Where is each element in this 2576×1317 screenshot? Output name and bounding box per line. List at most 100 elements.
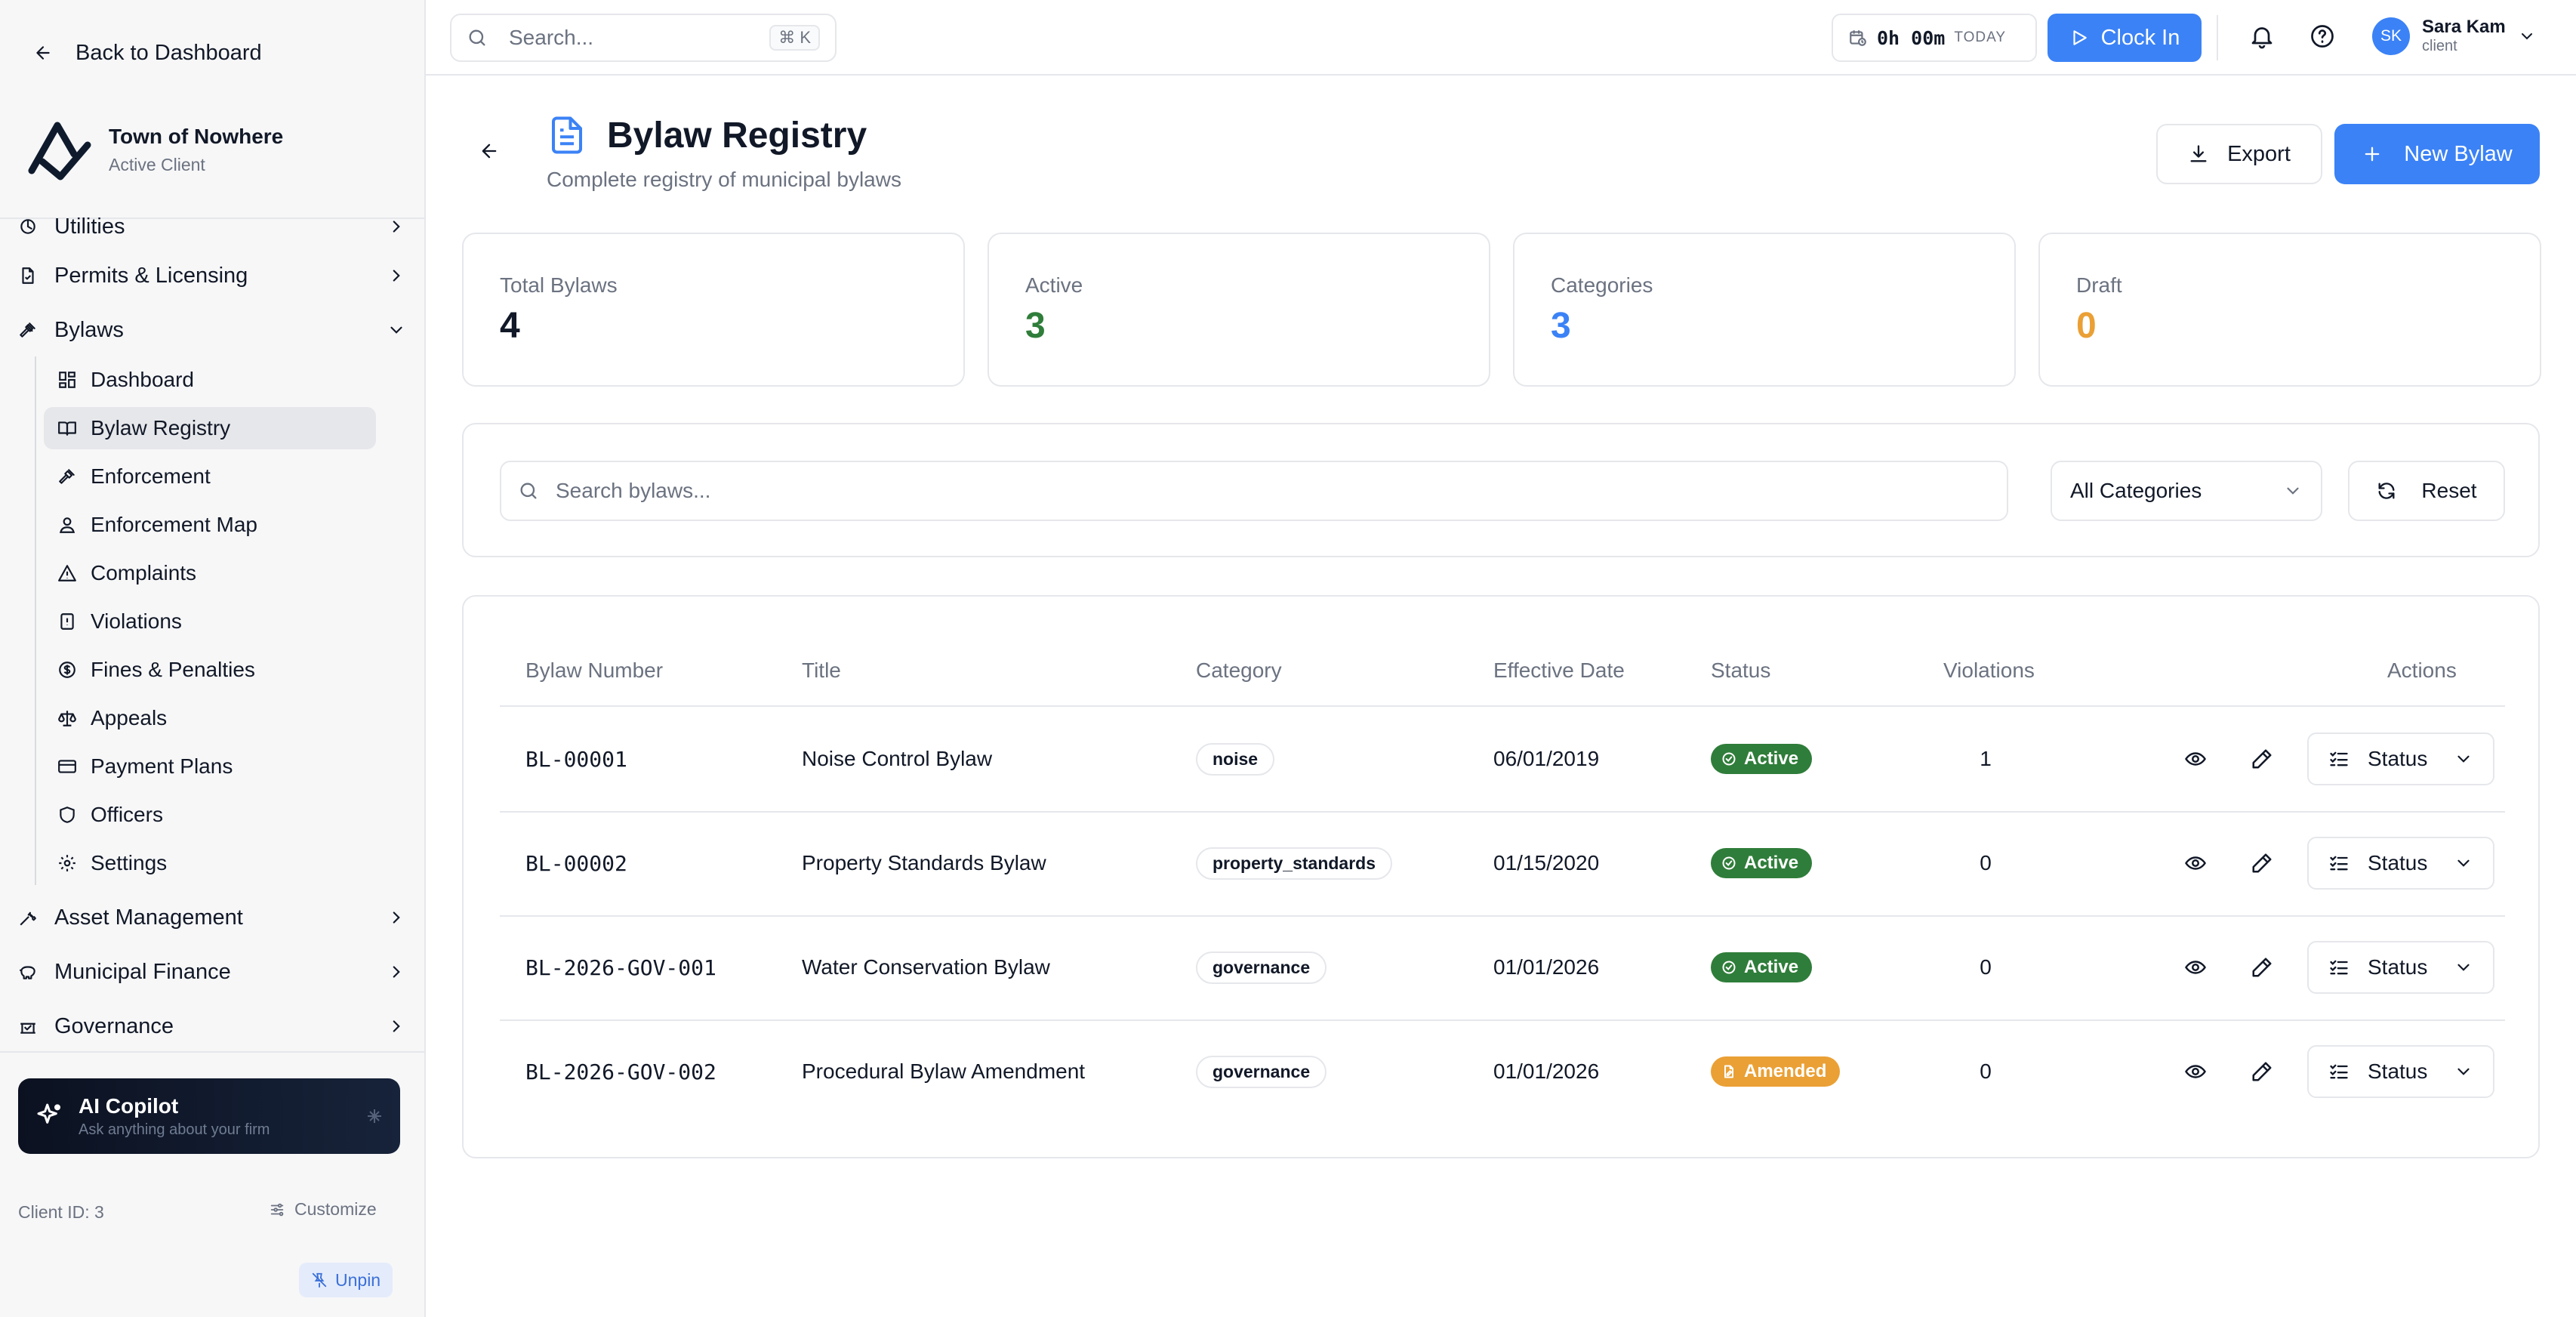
submenu-rail (35, 356, 36, 885)
page-subtitle: Complete registry of municipal bylaws (547, 168, 901, 191)
global-search-input[interactable]: Search... ⌘ K (450, 14, 837, 62)
change-status-button[interactable]: Status (2307, 837, 2494, 890)
stat-card-active: Active 3 (988, 233, 1490, 387)
sidebar-item-label: Utilities (54, 214, 125, 239)
column-header-category: Category (1196, 658, 1282, 682)
ai-copilot-title: AI Copilot (79, 1093, 179, 1118)
new-bylaw-button[interactable]: New Bylaw (2334, 124, 2540, 184)
bylaw-search-input[interactable]: Search bylaws... (500, 461, 2008, 521)
view-button[interactable] (2179, 951, 2212, 984)
bylaw-title: Water Conservation Bylaw (802, 955, 1050, 979)
edit-button[interactable] (2245, 951, 2279, 984)
sidebar-item-enforcement[interactable]: Enforcement (44, 455, 376, 498)
sidebar-item-bylaws[interactable]: Bylaws (17, 309, 406, 351)
sidebar-item-label: Enforcement (91, 464, 211, 488)
chevron-right-icon (387, 908, 406, 927)
client-status: Active Client (109, 154, 205, 174)
status-badge-label: Active (1744, 853, 1799, 873)
bylaw-title: Property Standards Bylaw (802, 851, 1046, 874)
sidebar-item-payment-plans[interactable]: Payment Plans (44, 745, 376, 788)
edit-button[interactable] (2245, 1055, 2279, 1088)
dashboard-grid-icon (56, 369, 79, 391)
sidebar-item-settings[interactable]: Settings (44, 842, 376, 884)
export-button[interactable]: Export (2156, 124, 2322, 184)
credit-card-icon (56, 755, 79, 778)
category-badge: governance (1196, 951, 1327, 984)
view-button[interactable] (2179, 847, 2212, 880)
calendar-clock-icon (1848, 28, 1868, 48)
customize-label: Customize (294, 1199, 377, 1219)
sidebar-item-label: Violations (91, 609, 182, 633)
customize-button[interactable]: Customize (269, 1199, 377, 1220)
sidebar-item-fines[interactable]: Fines & Penalties (44, 649, 376, 691)
download-icon (2188, 143, 2209, 165)
gavel-icon (56, 465, 79, 488)
eye-icon (2184, 1060, 2207, 1083)
export-label: Export (2227, 141, 2291, 166)
ai-copilot-button[interactable]: AI Copilot Ask anything about your firm (18, 1078, 400, 1154)
search-icon (518, 480, 539, 501)
sidebar: Back to Dashboard Town of Nowhere Active… (0, 0, 426, 1317)
sidebar-item-enforcement-map[interactable]: Enforcement Map (44, 504, 376, 546)
view-button[interactable] (2179, 742, 2212, 776)
sidebar-item-label: Permits & Licensing (54, 263, 248, 288)
page-back-button[interactable] (479, 140, 500, 162)
edit-button[interactable] (2245, 847, 2279, 880)
change-status-label: Status (2368, 1059, 2428, 1083)
client-brand: Town of Nowhere Active Client (27, 118, 283, 181)
reset-label: Reset (2421, 479, 2477, 502)
chevron-down-icon (2283, 481, 2303, 501)
time-tracker[interactable]: 0h 00m TODAY (1832, 14, 2037, 62)
sidebar-item-municipal-finance[interactable]: Municipal Finance (17, 951, 406, 993)
check-circle-icon (1721, 751, 1736, 766)
client-name: Town of Nowhere (109, 124, 284, 148)
avatar: SK (2372, 17, 2410, 55)
plus-icon (2362, 143, 2383, 165)
sidebar-item-label: Appeals (91, 706, 168, 729)
sidebar-item-complaints[interactable]: Complaints (44, 552, 376, 594)
stat-label: Active (1025, 273, 1083, 297)
effective-date: 01/15/2020 (1493, 851, 1600, 874)
help-button[interactable] (2309, 23, 2336, 50)
sidebar-item-violations[interactable]: Violations (44, 600, 376, 643)
sidebar-item-label: Asset Management (54, 905, 243, 930)
sidebar-item-bylaw-registry[interactable]: Bylaw Registry (44, 407, 376, 449)
stat-value: 0 (2076, 306, 2097, 346)
chevron-right-icon (387, 217, 406, 236)
bylaw-title: Noise Control Bylaw (802, 747, 993, 770)
global-search-placeholder: Search... (509, 26, 594, 49)
change-status-button[interactable]: Status (2307, 1045, 2494, 1098)
edit-button[interactable] (2245, 742, 2279, 776)
category-select[interactable]: All Categories (2051, 461, 2322, 521)
sidebar-item-appeals[interactable]: Appeals (44, 697, 376, 739)
filter-bar: Search bylaws... All Categories Reset (462, 423, 2540, 557)
violations-count: 0 (1980, 851, 1992, 874)
sidebar-item-asset-management[interactable]: Asset Management (17, 896, 406, 939)
user-menu[interactable]: SK Sara Kam client (2372, 17, 2536, 55)
back-to-dashboard-link[interactable]: Back to Dashboard (33, 35, 262, 71)
clock-in-button[interactable]: Clock In (2048, 14, 2202, 62)
sidebar-item-bylaw-dashboard[interactable]: Dashboard (44, 359, 376, 401)
sidebar-item-officers[interactable]: Officers (44, 794, 376, 836)
pencil-icon (2251, 748, 2273, 770)
sidebar-item-governance[interactable]: Governance (17, 1005, 406, 1047)
unpin-button[interactable]: Unpin (299, 1263, 393, 1297)
stat-card-total: Total Bylaws 4 (462, 233, 965, 387)
sparkle-small-icon (365, 1107, 384, 1125)
notifications-button[interactable] (2248, 23, 2276, 50)
sidebar-item-label: Bylaw Registry (91, 416, 231, 440)
table-row: BL-2026-GOV-002 Procedural Bylaw Amendme… (500, 1019, 2505, 1124)
sidebar-item-permits[interactable]: Permits & Licensing (17, 254, 406, 297)
new-bylaw-label: New Bylaw (2404, 141, 2513, 166)
change-status-button[interactable]: Status (2307, 941, 2494, 994)
stat-value: 3 (1551, 306, 1571, 346)
column-header-number: Bylaw Number (525, 658, 664, 682)
column-header-status: Status (1711, 658, 1771, 682)
status-badge-label: Active (1744, 748, 1799, 769)
sidebar-item-utilities[interactable]: Utilities (17, 205, 406, 248)
stat-value: 4 (500, 306, 520, 346)
shield-icon (56, 803, 79, 826)
view-button[interactable] (2179, 1055, 2212, 1088)
reset-button[interactable]: Reset (2348, 461, 2505, 521)
change-status-button[interactable]: Status (2307, 733, 2494, 785)
